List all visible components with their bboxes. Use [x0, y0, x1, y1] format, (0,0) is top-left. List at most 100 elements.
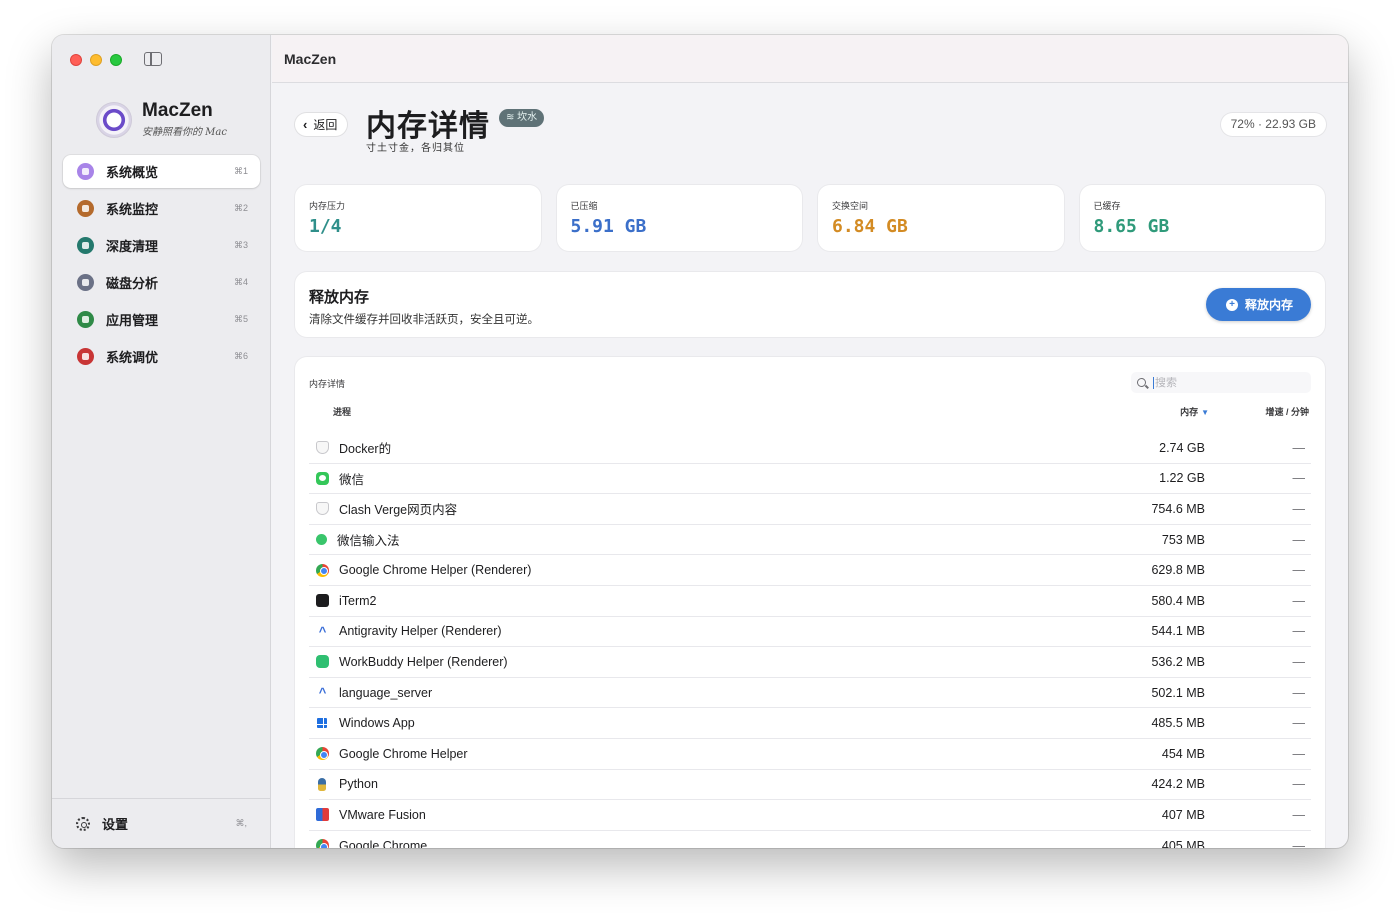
app-logo-icon: [96, 101, 132, 138]
shortcut-hint: ⌘5: [233, 314, 248, 324]
process-memory: 407 MB: [1161, 807, 1205, 822]
back-label: 返回: [313, 118, 338, 132]
sidebar-item-label: 系统概览: [106, 165, 159, 180]
process-rate: —: [1292, 685, 1306, 700]
table-row[interactable]: WorkBuddy Helper (Renderer) 536.2 MB —: [309, 647, 1311, 678]
stat-card-compressed: 已压缩 5.91 GB: [556, 185, 802, 251]
process-memory: 424.2 MB: [1151, 777, 1205, 792]
table-row[interactable]: Docker的 2.74 GB —: [309, 433, 1311, 464]
release-memory-button[interactable]: + 释放内存: [1205, 288, 1311, 321]
sidebar-toggle-icon[interactable]: [144, 52, 162, 66]
table-row[interactable]: iTerm2 580.4 MB —: [309, 586, 1311, 617]
stat-label: 已压缩: [570, 201, 598, 211]
wechat-ime-icon: [316, 534, 327, 546]
process-memory: 454 MB: [1161, 746, 1205, 761]
chevron-left-icon: ‹: [303, 117, 308, 132]
clean-icon: [77, 237, 94, 254]
main-content: MacZen ‹ 返回 内存详情 ≋ 坎水 寸土寸金，各归其位 72% · 22…: [272, 35, 1348, 848]
column-label: 内存: [1180, 407, 1199, 417]
chrome-icon: [316, 747, 329, 761]
iterm-icon: [316, 594, 329, 608]
table-row[interactable]: Python 424.2 MB —: [309, 770, 1311, 801]
monitor-icon: [77, 200, 94, 217]
search-input[interactable]: [1153, 376, 1293, 389]
process-memory: 753 MB: [1161, 532, 1205, 547]
sidebar-item-label: 深度清理: [106, 239, 159, 254]
sidebar-item-apps[interactable]: 应用管理 ⌘5: [63, 303, 260, 336]
column-header-memory[interactable]: 内存 ▼: [1180, 405, 1209, 418]
antigravity-icon: ^: [318, 623, 327, 639]
release-description: 清除文件缓存并回收非活跃页，安全且可逆。: [309, 314, 539, 326]
sidebar: MacZen 安静照看你的 Mac 系统概览 ⌘1 系统监控 ⌘2 深度清理 ⌘…: [52, 35, 271, 848]
brand: MacZen 安静照看你的 Mac: [96, 101, 227, 138]
process-rate: —: [1292, 471, 1306, 486]
table-row[interactable]: Clash Verge网页内容 754.6 MB —: [309, 494, 1311, 525]
table-row[interactable]: 微信输入法 753 MB —: [309, 525, 1311, 556]
antigravity-icon: ^: [318, 685, 327, 701]
sidebar-item-disk[interactable]: 磁盘分析 ⌘4: [63, 266, 260, 299]
brand-name: MacZen: [142, 100, 213, 121]
sidebar-item-overview[interactable]: 系统概览 ⌘1: [63, 155, 260, 188]
shield-icon: [316, 502, 329, 516]
process-memory: 502.1 MB: [1151, 685, 1205, 700]
stat-value: 6.84 GB: [832, 216, 908, 237]
table-title: 内存详情: [309, 379, 346, 389]
shield-icon: [316, 441, 329, 455]
search-icon: [1137, 378, 1146, 387]
column-header-rate[interactable]: 增速 / 分钟: [1265, 405, 1309, 418]
process-rate: —: [1292, 593, 1306, 608]
process-table: 内存详情 进程 内存▼ 增速 / 分钟 Docker的 2.74 GB —: [295, 357, 1325, 848]
process-rate: —: [1292, 746, 1306, 761]
shortcut-hint: ⌘4: [233, 277, 248, 287]
table-row[interactable]: ^ Antigravity Helper (Renderer) 544.1 MB…: [309, 617, 1311, 648]
table-row[interactable]: Google Chrome Helper (Renderer) 629.8 MB…: [309, 555, 1311, 586]
table-body: Docker的 2.74 GB — 微信 1.22 GB — Clash Ver…: [309, 433, 1311, 848]
process-memory: 2.74 GB: [1159, 440, 1205, 455]
process-rate: —: [1292, 440, 1306, 455]
window-title: MacZen: [272, 35, 1348, 83]
process-memory: 405 MB: [1161, 838, 1205, 848]
stat-value: 8.65 GB: [1093, 216, 1170, 237]
search-box[interactable]: [1131, 372, 1311, 393]
stat-label: 交换空间: [832, 201, 869, 211]
workbuddy-icon: [316, 655, 329, 669]
sidebar-item-label: 系统调优: [106, 350, 159, 365]
sidebar-item-label: 磁盘分析: [106, 276, 159, 291]
stat-label: 内存压力: [309, 201, 346, 211]
process-memory: 580.4 MB: [1151, 593, 1205, 608]
memory-usage-pill: 72% · 22.93 GB: [1220, 113, 1326, 136]
sidebar-item-label: 系统监控: [106, 202, 159, 217]
process-rate: —: [1292, 838, 1306, 848]
wechat-icon: [316, 471, 329, 485]
table-row[interactable]: 微信 1.22 GB —: [309, 464, 1311, 495]
process-rate: —: [1292, 777, 1306, 792]
table-row[interactable]: ^ language_server 502.1 MB —: [309, 678, 1311, 709]
shortcut-hint: ⌘1: [233, 166, 248, 176]
brand-tagline: 安静照看你的 Mac: [142, 127, 227, 138]
stat-value: 1/4: [309, 216, 342, 237]
sort-desc-icon: ▼: [1201, 408, 1209, 417]
back-button[interactable]: ‹ 返回: [295, 113, 348, 136]
sidebar-item-clean[interactable]: 深度清理 ⌘3: [63, 229, 260, 262]
zoom-window-button[interactable]: [110, 54, 122, 66]
minimize-window-button[interactable]: [90, 54, 102, 66]
process-memory: 544.1 MB: [1151, 624, 1205, 639]
sidebar-item-tune[interactable]: 系统调优 ⌘6: [63, 340, 260, 373]
stat-value: 5.91 GB: [570, 216, 647, 237]
close-window-button[interactable]: [70, 54, 82, 66]
sidebar-item-monitor[interactable]: 系统监控 ⌘2: [63, 192, 260, 225]
table-row[interactable]: VMware Fusion 407 MB —: [309, 800, 1311, 831]
release-memory-panel: 释放内存 清除文件缓存并回收非活跃页，安全且可逆。 + 释放内存: [295, 272, 1325, 337]
process-memory: 1.22 GB: [1159, 471, 1205, 486]
column-header-process[interactable]: 进程: [333, 405, 351, 418]
python-icon: [318, 777, 326, 791]
windows-icon: [317, 718, 327, 729]
settings-item[interactable]: 设置 ⌘,: [52, 798, 271, 848]
page-subtitle: 寸土寸金，各归其位: [366, 143, 465, 154]
table-row[interactable]: Google Chrome Helper 454 MB —: [309, 739, 1311, 770]
table-row[interactable]: Google Chrome 405 MB —: [309, 831, 1311, 848]
table-row[interactable]: Windows App 485.5 MB —: [309, 708, 1311, 739]
stat-label: 已缓存: [1093, 201, 1121, 211]
window-controls: [70, 54, 122, 66]
chrome-icon: [316, 563, 329, 577]
